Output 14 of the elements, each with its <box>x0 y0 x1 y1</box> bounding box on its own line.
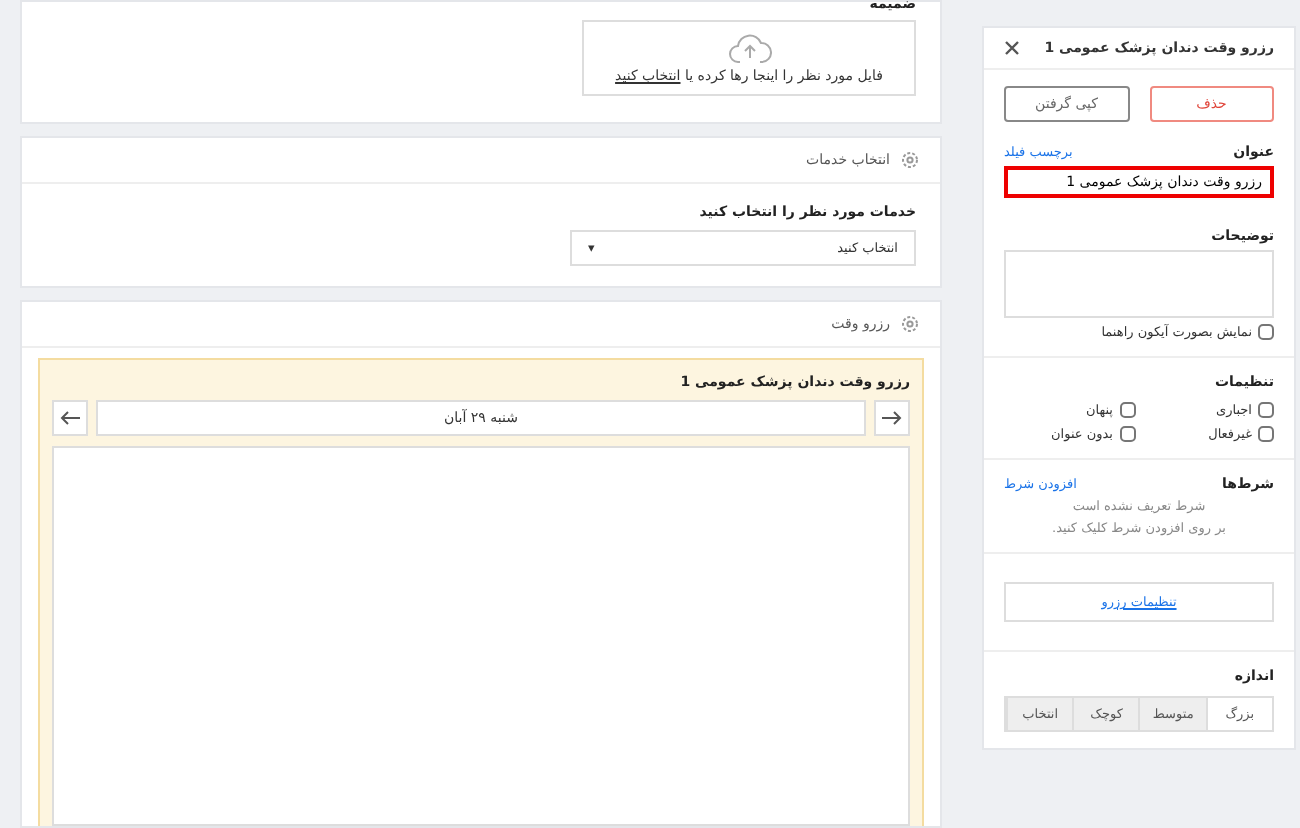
description-field[interactable] <box>1004 250 1274 318</box>
checkbox[interactable] <box>1258 426 1274 442</box>
cloud-upload-icon <box>727 32 771 64</box>
arrow-left-icon <box>60 410 80 426</box>
gear-icon <box>900 150 920 170</box>
next-button[interactable] <box>874 400 910 436</box>
previous-button[interactable] <box>52 400 88 436</box>
gear-icon <box>900 314 920 334</box>
checkbox[interactable] <box>1258 402 1274 418</box>
checkbox[interactable] <box>1119 426 1135 442</box>
checkbox[interactable] <box>1258 324 1274 340</box>
close-icon[interactable] <box>1004 40 1020 56</box>
arrow-right-icon <box>882 410 902 426</box>
checkbox[interactable] <box>1119 402 1135 418</box>
